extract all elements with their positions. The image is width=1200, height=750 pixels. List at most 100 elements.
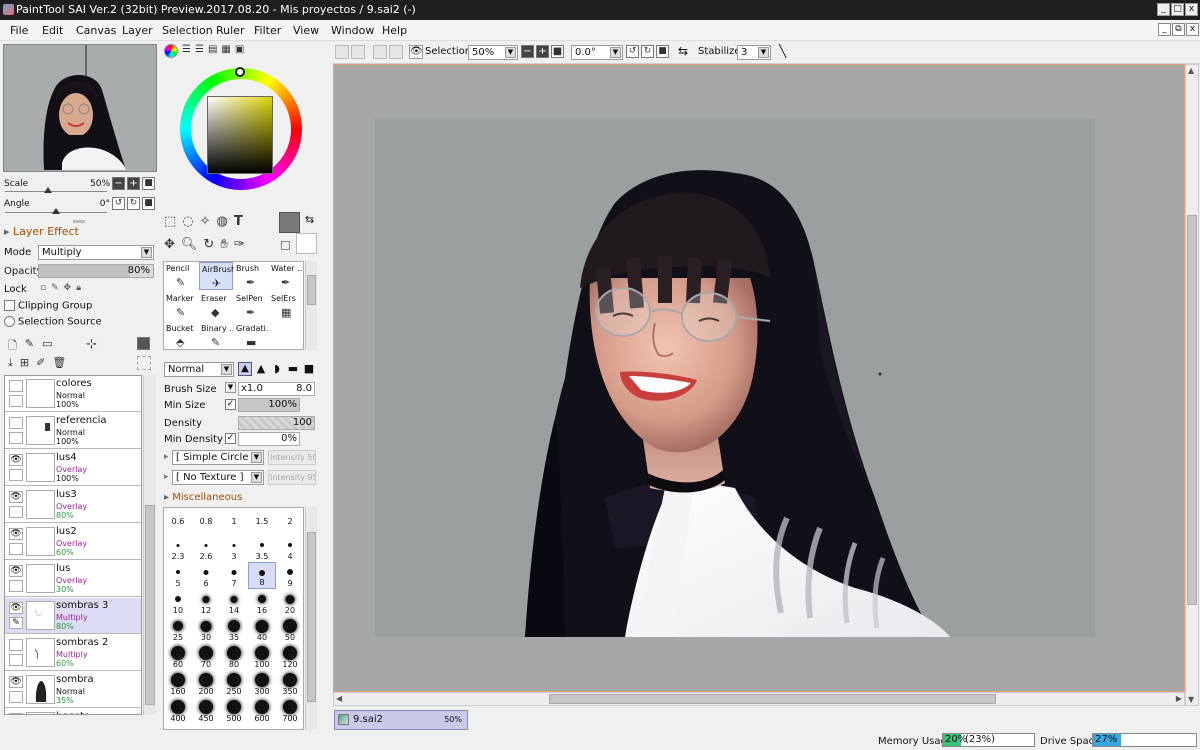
scroll-up-icon[interactable]: ▲	[1188, 66, 1194, 75]
brush-size-cell[interactable]: 1	[220, 508, 248, 535]
brush-size-grid[interactable]: 0.6 0.8 1 1.5 2 2.3 2.6 3 3.5 4 5 6 7 8 9 10 12 14 16 20 25 3…	[163, 507, 304, 730]
transform-icon[interactable]: ⊹	[86, 337, 97, 352]
eye-icon[interactable]: 👁︎	[9, 454, 23, 466]
brush-size-cell[interactable]: 160	[164, 670, 192, 697]
eyedropper-icon[interactable]: ✑	[234, 237, 245, 252]
lock-all-icon[interactable]: 🔒︎	[76, 283, 81, 293]
eye-icon[interactable]: 👁︎	[9, 565, 23, 577]
maximize-button[interactable]: □	[1171, 3, 1184, 16]
brush-size-cell[interactable]: 0.8	[192, 508, 220, 535]
navigator-preview[interactable]	[3, 44, 157, 172]
texture-intensity-slider[interactable]: Intensity 95	[268, 470, 316, 485]
expand-arrow-icon[interactable]: ▸	[164, 472, 169, 482]
rect-select-icon[interactable]: ⬚	[164, 214, 176, 229]
clipping-group-option[interactable]: Clipping Group	[4, 300, 92, 312]
layer-item[interactable]: 👁︎ lus4 Overlay 100%	[5, 450, 141, 486]
text-tool-icon[interactable]: T	[234, 214, 243, 229]
transparent-color-icon[interactable]	[281, 241, 290, 250]
minimize-button[interactable]: _	[1157, 3, 1170, 16]
brush-blend-dropdown[interactable]: Normal ▼	[164, 362, 234, 377]
brush-size-cell[interactable]: 25	[164, 616, 192, 643]
brush-size-cell[interactable]: 4	[276, 535, 303, 562]
tool-pencil[interactable]: Pencil ✎	[164, 262, 198, 290]
visibility-toggle[interactable]	[9, 380, 23, 392]
layer-item[interactable]: 👁︎ lus2 Overlay 60%	[5, 524, 141, 560]
brush-size-cell[interactable]: 1.5	[248, 508, 276, 535]
shape-flat-icon[interactable]: ▬	[286, 362, 300, 376]
selection-visibility-eye-icon[interactable]: 👁︎	[409, 45, 423, 59]
menu-view[interactable]: View	[293, 24, 319, 37]
rotate-right-button[interactable]: ↻	[641, 45, 654, 58]
scroll-left-icon[interactable]: ◀	[336, 694, 342, 703]
primary-color-swatch[interactable]	[279, 212, 300, 233]
edit-toggle[interactable]	[9, 691, 23, 703]
layer-effect-header[interactable]: Layer Effect	[4, 225, 79, 238]
brush-size-range-dropdown[interactable]: ▼	[225, 382, 236, 393]
brush-size-cell[interactable]: 200	[192, 670, 220, 697]
pencil-icon[interactable]: ✎	[9, 617, 23, 629]
shape-sharp-icon[interactable]: ▲	[238, 362, 252, 376]
scrollbar-thumb[interactable]	[549, 694, 996, 704]
layer-list[interactable]: colores Normal 100% referencia Normal 10…	[4, 375, 142, 715]
panel-splitter[interactable]	[73, 220, 85, 223]
brush-size-cell[interactable]: 2	[276, 508, 303, 535]
brush-size-cell[interactable]: 3	[220, 535, 248, 562]
brush-size-cell[interactable]: 300	[248, 670, 276, 697]
layer-item[interactable]: referencia Normal 100%	[5, 413, 141, 449]
scrollbar-thumb[interactable]	[307, 275, 316, 305]
edit-toggle[interactable]	[9, 432, 23, 444]
brush-size-cell[interactable]: 14	[220, 589, 248, 616]
menu-help[interactable]: Help	[382, 24, 407, 37]
expand-arrow-icon[interactable]: ▸	[164, 452, 169, 462]
menu-edit[interactable]: Edit	[42, 24, 63, 37]
brush-size-cell[interactable]: 10	[164, 589, 192, 616]
scratchpad-tab-icon[interactable]: ▣	[235, 44, 244, 58]
scale-slider-track[interactable]	[5, 191, 107, 192]
menu-window[interactable]: Window	[331, 24, 374, 37]
edit-toggle[interactable]	[9, 506, 23, 518]
new-layer-icon[interactable]: 🗋︎	[8, 337, 17, 356]
brush-size-cell[interactable]: 600	[248, 697, 276, 724]
eye-icon[interactable]: 👁︎	[9, 491, 23, 503]
shape-square-icon[interactable]: ■	[302, 362, 316, 376]
brush-size-cell[interactable]: 30	[192, 616, 220, 643]
magic-wand-icon[interactable]: ✧	[200, 214, 211, 229]
brush-size-cell[interactable]: 35	[220, 616, 248, 643]
scrollbar-thumb[interactable]	[1187, 215, 1197, 605]
lock-transparency-icon[interactable]: ▫	[40, 283, 46, 293]
layer-item[interactable]: boceto	[5, 709, 141, 714]
scroll-down-icon[interactable]: ▼	[1188, 695, 1194, 704]
new-folder-icon[interactable]: ▭	[42, 337, 52, 356]
shape-round-icon[interactable]: ◗	[270, 362, 284, 376]
brush-size-cell[interactable]: 400	[164, 697, 192, 724]
scroll-right-icon[interactable]: ▶	[1176, 694, 1182, 703]
brush-size-cell[interactable]: 700	[276, 697, 303, 724]
add-mask-icon[interactable]: ⊞	[20, 356, 29, 370]
brush-size-cell[interactable]: 12	[192, 589, 220, 616]
edit-toggle[interactable]	[9, 469, 23, 481]
angle-slider-knob[interactable]	[52, 208, 60, 214]
rotate-left-button[interactable]: ↺	[112, 197, 125, 210]
brush-size-cell[interactable]: 20	[276, 589, 303, 616]
canvas-document[interactable]	[375, 118, 1095, 637]
brush-size-cell[interactable]: 70	[192, 643, 220, 670]
brush-size-cell[interactable]: 7	[220, 562, 248, 589]
brush-size-slider[interactable]: x1.0 8.0	[238, 382, 315, 396]
brush-texture-dropdown[interactable]: [ No Texture ] ▼	[172, 470, 264, 485]
eye-icon[interactable]: 👁︎	[9, 676, 23, 688]
min-size-slider[interactable]: 100%	[238, 398, 300, 412]
brush-size-cell[interactable]: 0.6	[164, 508, 192, 535]
zoom-in-button[interactable]: +	[127, 177, 140, 190]
menu-filter[interactable]: Filter	[254, 24, 281, 37]
brush-size-cell[interactable]: 350	[276, 670, 303, 697]
brush-shape-dropdown[interactable]: [ Simple Circle ] ▼	[172, 450, 264, 465]
zoom-reset-button[interactable]: ■	[551, 45, 564, 58]
scrollbar-thumb[interactable]	[145, 505, 155, 705]
invert-selection-button[interactable]	[389, 45, 403, 59]
doc-minimize-button[interactable]: _	[1158, 23, 1171, 36]
rotate-reset-button[interactable]: ■	[656, 45, 669, 58]
rotate-reset-button[interactable]: ■	[142, 197, 155, 210]
brush-size-cell[interactable]: 40	[248, 616, 276, 643]
layer-item[interactable]: 👁︎ lus3 Overlay 80%	[5, 487, 141, 523]
deselect-button[interactable]	[373, 45, 387, 59]
